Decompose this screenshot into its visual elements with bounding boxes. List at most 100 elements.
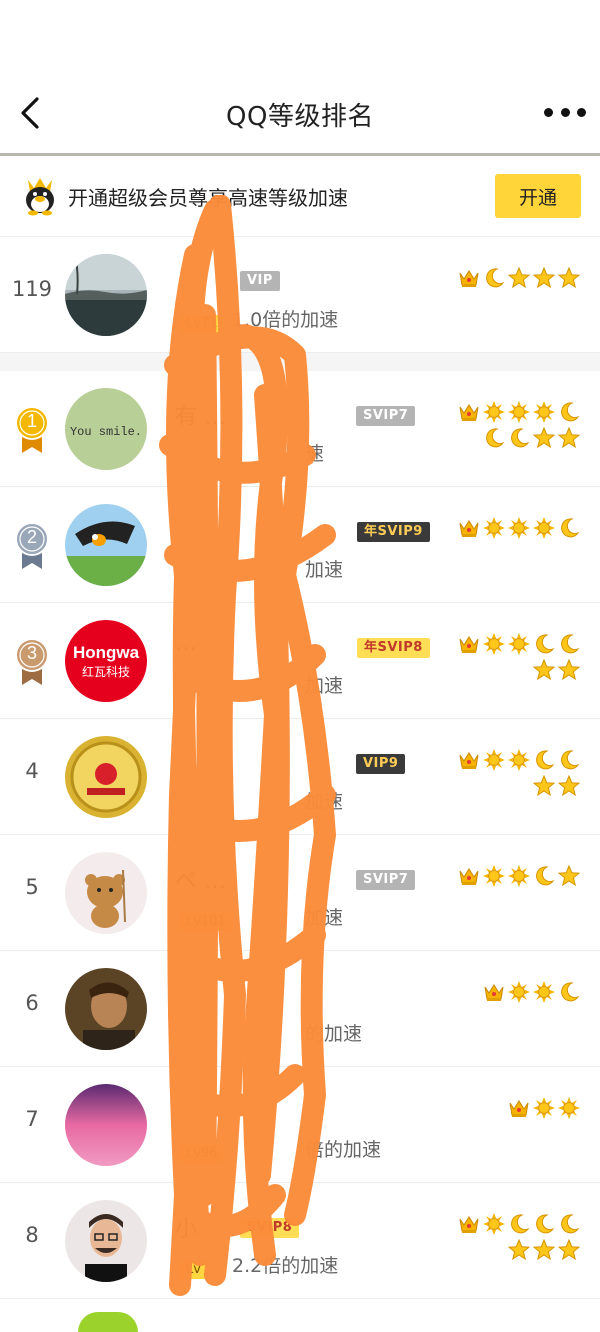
- star-icon: [557, 658, 581, 681]
- sun-icon: [533, 1097, 555, 1119]
- sun-icon: [508, 981, 530, 1003]
- sun-icon: [483, 1213, 505, 1235]
- level-badge: Lv: [180, 1261, 207, 1279]
- nav-bar: QQ等级排名: [0, 75, 600, 156]
- avatar: You smile.: [65, 388, 147, 470]
- speed-text: 速: [305, 443, 325, 465]
- speed-text: 加速: [305, 559, 344, 581]
- section-gap: [0, 353, 600, 371]
- rank-row[interactable]: 4 VIP9 加速: [0, 719, 600, 835]
- crown-icon: [458, 749, 480, 771]
- level-icons: [440, 749, 581, 797]
- speed-text: 加速: [305, 907, 344, 929]
- crown-icon: [458, 401, 480, 423]
- more-icon[interactable]: [544, 97, 586, 127]
- crown-icon: [508, 1097, 530, 1119]
- rank-number: 1: [26, 411, 37, 431]
- sun-icon: [508, 633, 530, 655]
- status-bar: [0, 0, 600, 75]
- crown-icon: [458, 517, 480, 539]
- rank-row[interactable]: 7 Lv96 倍的加速: [0, 1067, 600, 1183]
- avatar: [65, 968, 147, 1050]
- level-icons: [440, 981, 580, 1003]
- sun-icon: [533, 517, 555, 539]
- moon-icon: [533, 865, 555, 887]
- star-icon: [507, 266, 531, 289]
- rank-medal-icon: 1: [14, 405, 50, 455]
- speed-text: 加速: [305, 791, 344, 813]
- star-icon: [532, 426, 556, 449]
- vip-badge: 年SVIP8: [357, 638, 430, 658]
- moon-icon: [483, 267, 505, 289]
- rank-number: 6: [25, 991, 39, 1015]
- sun-icon: [483, 517, 505, 539]
- sun-icon: [483, 865, 505, 887]
- speed-text: 2.2倍的加速: [232, 1255, 339, 1277]
- rank-number: 5: [25, 875, 39, 899]
- rank-row[interactable]: 5 ぺ … SVIP7 Lv101 加速: [0, 835, 600, 951]
- level-icons: [440, 401, 581, 449]
- sun-icon: [483, 749, 505, 771]
- star-icon: [532, 1238, 556, 1261]
- sun-icon: [533, 401, 555, 423]
- rank-row[interactable]: 1 You smile. 有 … SVIP7 速: [0, 371, 600, 487]
- avatar: [65, 736, 147, 818]
- speed-text: 加速: [305, 675, 344, 697]
- user-name: …: [175, 631, 197, 656]
- star-icon: [557, 266, 581, 289]
- moon-icon: [533, 633, 555, 655]
- vip-badge: SVIP8: [240, 1218, 300, 1238]
- sun-icon: [533, 981, 555, 1003]
- rank-number: 4: [25, 759, 39, 783]
- star-icon: [557, 774, 581, 797]
- speed-text: 倍的加速: [305, 1139, 382, 1161]
- rank-row[interactable]: 6 的加速: [0, 951, 600, 1067]
- avatar: [65, 1084, 147, 1166]
- qq-penguin-icon: [22, 176, 58, 216]
- rank-row[interactable]: 3 Hongwa 红瓦科技 … 年SVIP8 加速: [0, 603, 600, 719]
- avatar: Hongwa 红瓦科技: [65, 620, 147, 702]
- avatar-brand-sub: 红瓦科技: [82, 664, 130, 679]
- rank-row[interactable]: 2 年SVIP9 加速: [0, 487, 600, 603]
- avatar: [65, 254, 147, 336]
- moon-icon: [508, 427, 530, 449]
- avatar: [65, 1200, 147, 1282]
- rank-number: 7: [25, 1107, 39, 1131]
- sun-icon: [558, 1097, 580, 1119]
- sun-icon: [483, 401, 505, 423]
- crown-icon: [458, 267, 480, 289]
- moon-icon: [558, 633, 580, 655]
- sun-icon: [508, 517, 530, 539]
- level-icons: [440, 1213, 581, 1261]
- crown-icon: [458, 633, 480, 655]
- page-title: QQ等级排名: [226, 101, 374, 132]
- speed-text: 1.0倍的加速: [232, 309, 339, 331]
- vip-badge: 年SVIP9: [357, 522, 430, 542]
- level-icons: [440, 864, 581, 887]
- speed-text: 的加速: [305, 1023, 363, 1045]
- vip-badge: VIP9: [356, 754, 406, 774]
- back-icon[interactable]: [12, 93, 48, 133]
- moon-icon: [558, 401, 580, 423]
- self-rank-row[interactable]: 119 VIP Lv71 1.0倍的加速: [0, 237, 600, 353]
- ranking-list: 1 You smile. 有 … SVIP7 速 2 年SVIP9 加速 3 Hongwa 红瓦科技…: [0, 371, 600, 1299]
- user-name: ぺ …: [175, 869, 226, 894]
- user-name: 有 …: [175, 405, 226, 430]
- crown-icon: [458, 1213, 480, 1235]
- avatar: [65, 504, 147, 586]
- open-vip-button[interactable]: 开通: [495, 174, 581, 218]
- star-icon: [557, 864, 581, 887]
- avatar: [78, 1312, 138, 1332]
- rank-row[interactable]: 8 小 SVIP8 Lv 2.2倍的加速: [0, 1183, 600, 1299]
- level-icons: [440, 266, 581, 289]
- sun-icon: [483, 633, 505, 655]
- level-badge: Lv71: [180, 315, 224, 333]
- rank-number: 3: [26, 643, 37, 663]
- vip-banner[interactable]: 开通超级会员尊享高速等级加速 开通: [0, 156, 600, 237]
- avatar-caption: You smile.: [70, 425, 142, 439]
- moon-icon: [558, 749, 580, 771]
- moon-icon: [483, 427, 505, 449]
- level-icons: [440, 517, 580, 539]
- level-icons: [440, 633, 581, 681]
- sun-icon: [508, 401, 530, 423]
